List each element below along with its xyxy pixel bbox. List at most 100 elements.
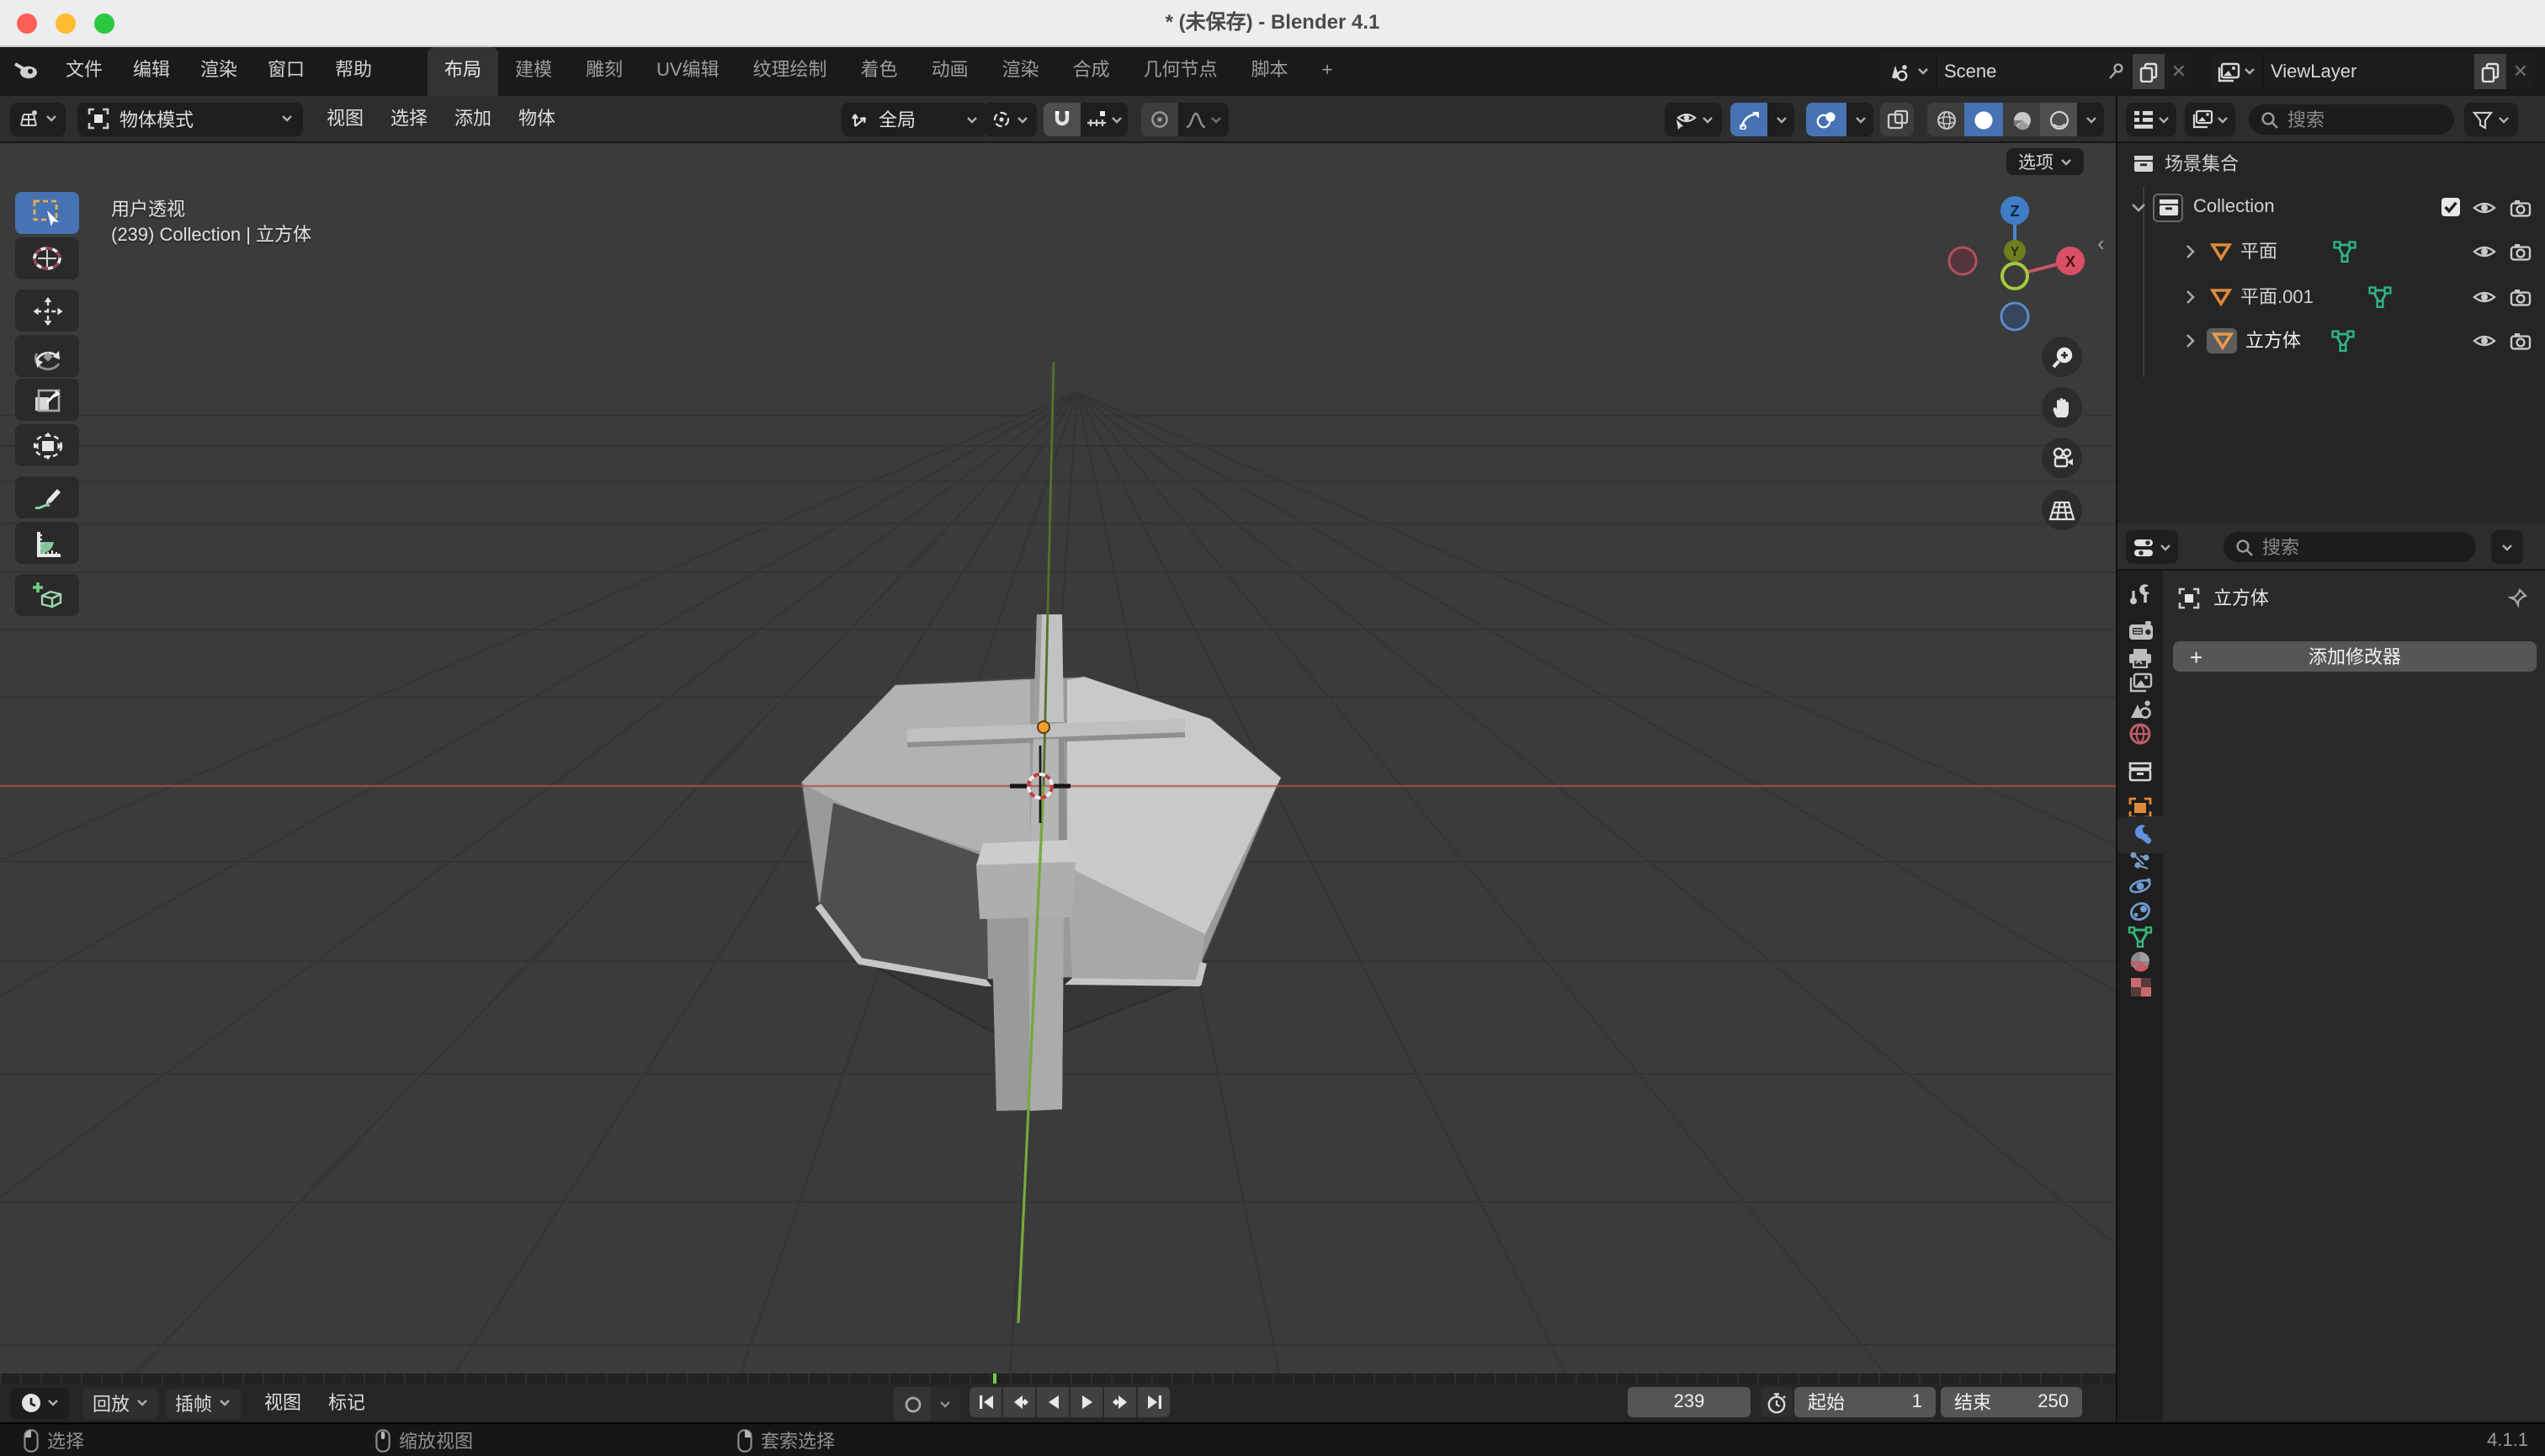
tool-select-box[interactable] bbox=[15, 192, 79, 234]
menu-render[interactable]: 渲染 bbox=[185, 47, 252, 96]
shading-settings-dropdown[interactable] bbox=[2077, 103, 2104, 136]
eye-icon[interactable] bbox=[2473, 242, 2496, 260]
tab-tool[interactable] bbox=[2117, 576, 2163, 613]
next-keyframe-button[interactable] bbox=[1104, 1387, 1138, 1417]
tool-cursor[interactable] bbox=[15, 237, 79, 279]
proportional-falloff-dropdown[interactable] bbox=[1178, 103, 1229, 136]
gizmo-settings-dropdown[interactable] bbox=[1767, 103, 1794, 136]
snap-toggle[interactable] bbox=[1044, 103, 1081, 136]
menu-object[interactable]: 物体 bbox=[505, 95, 569, 142]
menu-view[interactable]: 视图 bbox=[313, 95, 377, 142]
camera-render-icon[interactable] bbox=[2510, 242, 2532, 260]
breadcrumb-object-name[interactable]: 立方体 bbox=[2213, 584, 2269, 611]
outliner-row-cube-selected[interactable]: 立方体 bbox=[2117, 320, 2545, 360]
tab-animation[interactable]: 动画 bbox=[915, 47, 986, 96]
tool-add-cube[interactable] bbox=[15, 574, 79, 616]
tool-rotate[interactable] bbox=[15, 335, 79, 377]
playhead-tick[interactable] bbox=[993, 1374, 996, 1384]
viewport-canvas[interactable]: 用户透视 (239) Collection | 立方体 选项 ‹ Y bbox=[0, 143, 2116, 1374]
keying-set-dropdown[interactable] bbox=[931, 1387, 959, 1421]
menu-select[interactable]: 选择 bbox=[377, 95, 441, 142]
viewport-options-dropdown[interactable]: 选项 bbox=[2006, 148, 2084, 175]
eye-icon[interactable] bbox=[2473, 287, 2496, 306]
outliner-row-scene-collection[interactable]: 场景集合 bbox=[2117, 143, 2545, 183]
close-window-button[interactable] bbox=[17, 13, 37, 34]
tab-texture[interactable] bbox=[2117, 968, 2163, 1005]
tool-transform[interactable] bbox=[15, 424, 79, 466]
tab-scripting[interactable]: 脚本 bbox=[1235, 47, 1305, 96]
outliner-display-mode-dropdown[interactable] bbox=[2185, 103, 2235, 136]
blender-logo-icon[interactable] bbox=[13, 59, 40, 82]
play-reverse-button[interactable] bbox=[1037, 1387, 1071, 1417]
tab-rendering[interactable]: 渲染 bbox=[986, 47, 1056, 96]
add-workspace-button[interactable]: + bbox=[1305, 47, 1350, 96]
previous-keyframe-button[interactable] bbox=[1003, 1387, 1037, 1417]
tool-scale[interactable] bbox=[15, 379, 79, 421]
overlays-settings-dropdown[interactable] bbox=[1846, 103, 1873, 136]
tab-layout[interactable]: 布局 bbox=[428, 47, 498, 96]
tab-geometry-nodes[interactable]: 几何节点 bbox=[1127, 47, 1235, 96]
properties-editor-type-dropdown[interactable] bbox=[2126, 530, 2178, 564]
properties-options-dropdown[interactable] bbox=[2491, 530, 2523, 564]
menu-help[interactable]: 帮助 bbox=[320, 47, 387, 96]
keying-menu[interactable]: 插帧 bbox=[165, 1388, 241, 1418]
outliner-editor-type-dropdown[interactable] bbox=[2126, 103, 2176, 136]
proportional-edit-toggle[interactable] bbox=[1141, 103, 1178, 136]
eye-icon[interactable] bbox=[2473, 198, 2496, 216]
current-frame-field[interactable]: 239 bbox=[1628, 1387, 1751, 1417]
outliner-filter-dropdown[interactable] bbox=[2464, 103, 2518, 136]
solid-shading-button[interactable] bbox=[1964, 103, 2003, 136]
add-modifier-button[interactable]: + 添加修改器 bbox=[2173, 641, 2537, 672]
menu-add[interactable]: 添加 bbox=[441, 95, 505, 142]
new-viewlayer-button[interactable] bbox=[2474, 54, 2506, 89]
tab-collection[interactable] bbox=[2117, 752, 2163, 789]
material-preview-shading-button[interactable] bbox=[2003, 103, 2040, 136]
zoom-view-button[interactable] bbox=[2042, 337, 2082, 377]
editor-type-dropdown[interactable] bbox=[10, 102, 66, 136]
tool-annotate[interactable] bbox=[15, 476, 79, 518]
show-overlays-toggle[interactable] bbox=[1806, 103, 1846, 136]
remove-viewlayer-button[interactable]: ✕ bbox=[2506, 54, 2535, 89]
outliner-row-collection[interactable]: Collection bbox=[2117, 187, 2545, 227]
camera-render-icon[interactable] bbox=[2510, 287, 2532, 306]
tab-compositing[interactable]: 合成 bbox=[1056, 47, 1127, 96]
properties-search-input[interactable]: 搜索 bbox=[2224, 532, 2476, 562]
timeline-view-menu[interactable]: 视图 bbox=[251, 1379, 315, 1427]
jump-to-start-button[interactable] bbox=[970, 1387, 1003, 1417]
visibility-dropdown[interactable] bbox=[1665, 103, 1722, 136]
zoom-window-button[interactable] bbox=[94, 13, 114, 34]
tab-world[interactable] bbox=[2117, 715, 2163, 752]
xray-toggle[interactable] bbox=[1880, 103, 1914, 136]
minimize-window-button[interactable] bbox=[56, 13, 76, 34]
unlink-scene-button[interactable]: ✕ bbox=[2165, 54, 2193, 89]
camera-render-icon[interactable] bbox=[2510, 198, 2532, 216]
playback-menu[interactable]: 回放 bbox=[82, 1388, 158, 1418]
frame-end-field[interactable]: 结束 250 bbox=[1941, 1387, 2082, 1417]
show-gizmo-toggle[interactable] bbox=[1730, 103, 1767, 136]
scene-name[interactable]: Scene bbox=[1937, 61, 2101, 82]
menu-edit[interactable]: 编辑 bbox=[118, 47, 185, 96]
play-button[interactable] bbox=[1071, 1387, 1104, 1417]
menu-file[interactable]: 文件 bbox=[50, 47, 118, 96]
axis-gizmo[interactable]: Y Z X bbox=[1936, 185, 2096, 345]
timeline-editor-type-dropdown[interactable] bbox=[10, 1388, 69, 1418]
checkbox-icon[interactable] bbox=[2441, 197, 2461, 217]
frame-start-field[interactable]: 起始 1 bbox=[1794, 1387, 1936, 1417]
eye-icon[interactable] bbox=[2473, 331, 2496, 349]
tab-uv-editing[interactable]: UV编辑 bbox=[640, 47, 736, 96]
jump-to-end-button[interactable] bbox=[1138, 1387, 1170, 1417]
pan-view-button[interactable] bbox=[2042, 387, 2082, 428]
mode-dropdown[interactable]: 物体模式 bbox=[77, 102, 303, 136]
menu-window[interactable]: 窗口 bbox=[252, 47, 320, 96]
use-preview-range-toggle[interactable] bbox=[1761, 1387, 1793, 1417]
pin-icon[interactable] bbox=[2508, 587, 2528, 608]
outliner-row-plane-001[interactable]: 平面.001 bbox=[2117, 276, 2545, 316]
auto-key-toggle[interactable] bbox=[894, 1387, 931, 1421]
camera-render-icon[interactable] bbox=[2510, 331, 2532, 349]
scene-selector[interactable]: Scene ✕ bbox=[1880, 54, 2193, 89]
tab-sculpting[interactable]: 雕刻 bbox=[569, 47, 640, 96]
wireframe-shading-button[interactable] bbox=[1927, 103, 1964, 136]
sidebar-collapse-arrow[interactable]: ‹ bbox=[2097, 231, 2105, 256]
outliner-row-plane[interactable]: 平面 bbox=[2117, 231, 2545, 271]
rendered-shading-button[interactable] bbox=[2040, 103, 2077, 136]
